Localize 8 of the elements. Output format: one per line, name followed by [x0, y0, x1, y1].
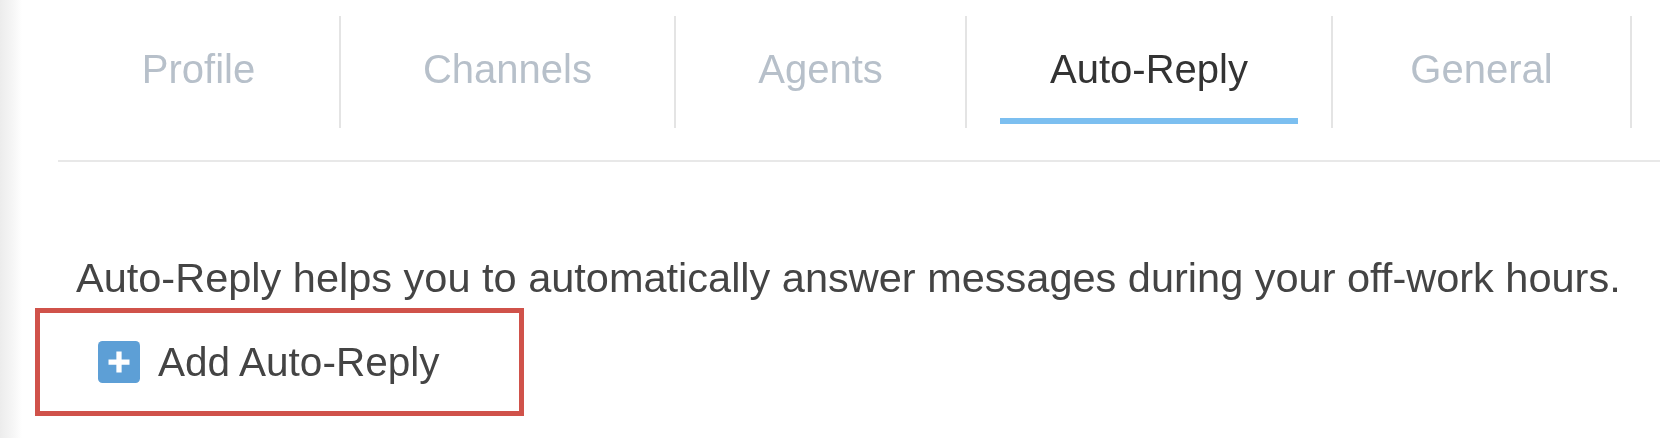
add-auto-reply-button[interactable]: Add Auto-Reply [98, 338, 440, 386]
description-text: Auto-Reply helps you to automatically answer messages during your off-work hours. [76, 254, 1622, 302]
tab[interactable]: Auto-Reply [967, 0, 1331, 128]
tab[interactable]: General [1333, 0, 1630, 128]
tab[interactable]: Agents [676, 0, 965, 128]
plus-icon [98, 341, 140, 383]
tab[interactable]: Profile [58, 0, 339, 128]
tab[interactable]: Channels [341, 0, 674, 128]
